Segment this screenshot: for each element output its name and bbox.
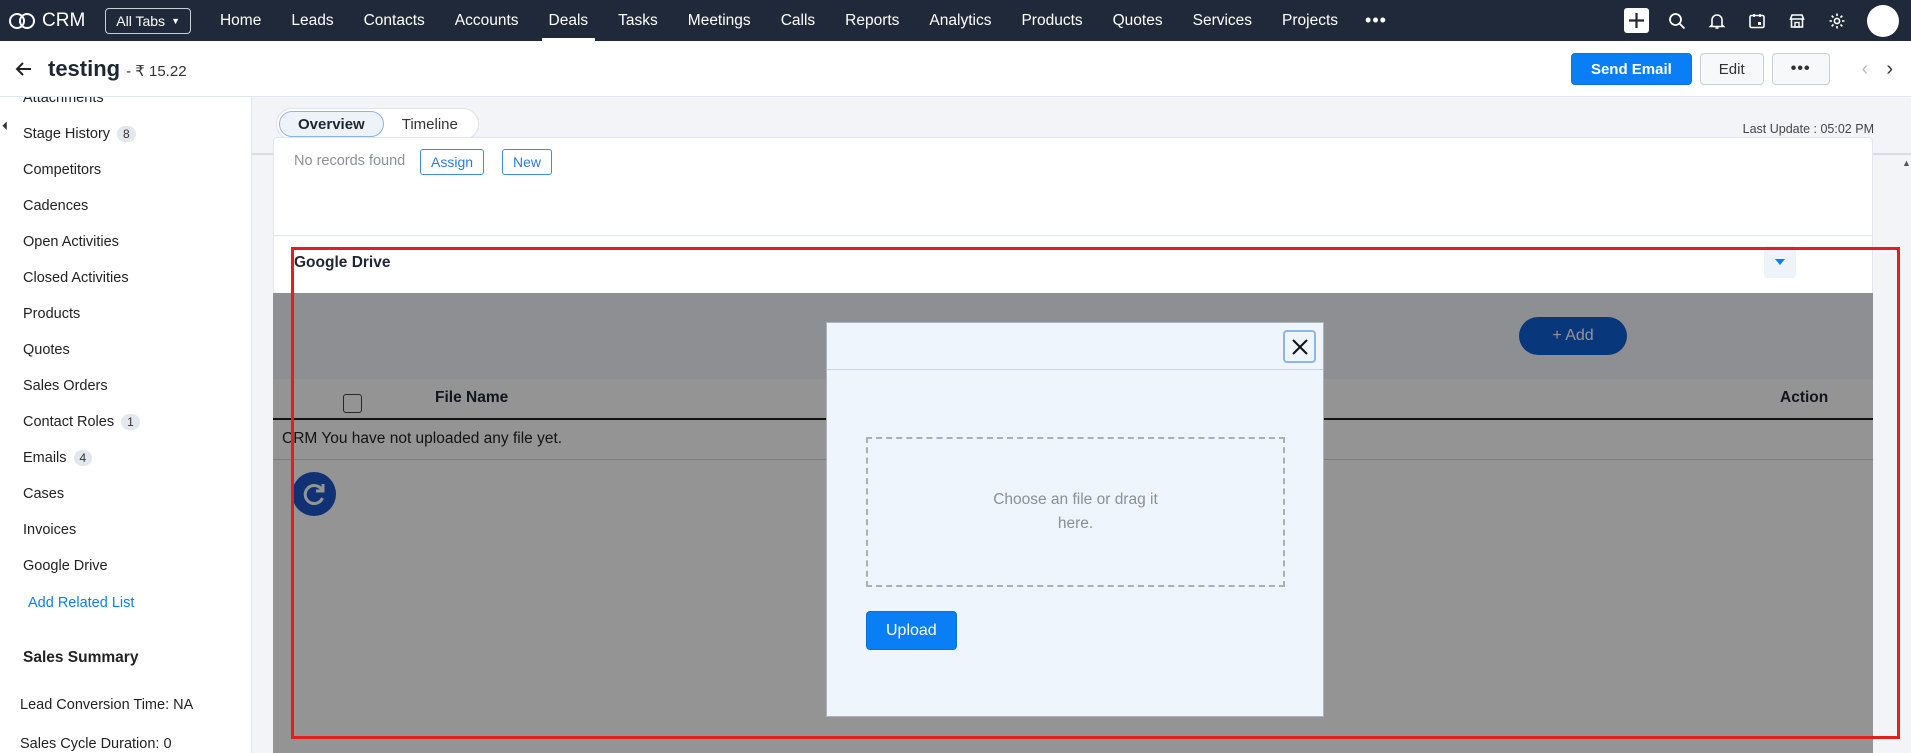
all-tabs-label: All Tabs: [116, 12, 166, 29]
app-name: CRM: [42, 9, 86, 31]
nav-tab-deals[interactable]: Deals: [534, 0, 604, 41]
record-amount: - ₹ 15.22: [126, 62, 187, 80]
sidebar-item-contact-roles[interactable]: Contact Roles 1: [23, 414, 140, 430]
nav-tab-tasks[interactable]: Tasks: [603, 0, 673, 41]
sidebar-item-open-activities[interactable]: Open Activities: [23, 234, 119, 250]
count-badge: 8: [117, 126, 136, 142]
nav-tab-calls[interactable]: Calls: [766, 0, 830, 41]
last-update: Last Update : 05:02 PM: [1742, 122, 1874, 136]
no-records-text: No records found: [294, 153, 406, 169]
sales-summary-heading: Sales Summary: [23, 649, 139, 666]
sidebar-item-attachments[interactable]: Attachments: [23, 97, 104, 106]
add-related-list-link[interactable]: Add Related List: [28, 595, 134, 611]
sales-cycle-duration: Sales Cycle Duration: 0: [20, 736, 172, 752]
assign-button[interactable]: Assign: [420, 149, 485, 175]
sidebar-item-label: Contact Roles: [23, 414, 115, 430]
caret-down-icon: ▼: [171, 15, 180, 26]
sidebar-item-closed-activities[interactable]: Closed Activities: [23, 270, 129, 286]
sidebar-item-label: Cadences: [23, 198, 89, 214]
related-list-sidebar: ⏴ Attachments Stage History 8 Competitors Ca…: [0, 97, 252, 753]
sidebar-item-label: Cases: [23, 486, 65, 502]
back-arrow-icon[interactable]: [14, 59, 34, 79]
sidebar-item-label: Emails: [23, 450, 67, 466]
sidebar-item-label: Stage History: [23, 126, 111, 142]
record-title: testing: [48, 55, 121, 81]
header-actions: Send Email Edit ••• ‹ ›: [1570, 53, 1911, 85]
count-badge: 1: [121, 414, 140, 430]
nav-tab-contacts[interactable]: Contacts: [349, 0, 440, 41]
sidebar-item-competitors[interactable]: Competitors: [23, 162, 101, 178]
crm-logo[interactable]: CRM: [8, 10, 85, 32]
sidebar-item-quotes[interactable]: Quotes: [23, 342, 70, 358]
scroll-up-icon[interactable]: ▲: [1902, 158, 1911, 168]
sidebar-item-cadences[interactable]: Cadences: [23, 198, 88, 214]
store-icon[interactable]: [1785, 9, 1809, 33]
new-button[interactable]: New: [502, 149, 553, 175]
sidebar-item-google-drive[interactable]: Google Drive: [23, 558, 108, 574]
bell-icon[interactable]: [1705, 9, 1729, 33]
crm-logo-icon: [9, 12, 35, 29]
nav-tab-reports[interactable]: Reports: [830, 0, 914, 41]
lead-conversion-time: Lead Conversion Time: NA: [20, 697, 194, 713]
sidebar-item-label: Competitors: [23, 162, 102, 178]
nav-tab-products[interactable]: Products: [1006, 0, 1097, 41]
create-plus-icon[interactable]: [1624, 8, 1649, 33]
sidebar-item-label: Sales Orders: [23, 378, 108, 394]
sidebar-item-emails[interactable]: Emails 4: [23, 450, 93, 466]
edit-button[interactable]: Edit: [1699, 53, 1764, 85]
search-icon[interactable]: [1665, 9, 1689, 33]
sidebar-item-label: Quotes: [23, 342, 70, 358]
sidebar-item-stage-history[interactable]: Stage History 8: [23, 126, 136, 142]
nav-tab-projects[interactable]: Projects: [1267, 0, 1353, 41]
nav-tab-services[interactable]: Services: [1178, 0, 1267, 41]
sidebar-item-label: Open Activities: [23, 234, 119, 250]
user-avatar[interactable]: [1867, 4, 1899, 37]
tab-overview[interactable]: Overview: [279, 111, 384, 137]
tab-timeline[interactable]: Timeline: [384, 111, 476, 137]
all-tabs-button[interactable]: All Tabs ▼: [105, 7, 191, 34]
nav-tab-leads[interactable]: Leads: [276, 0, 348, 41]
nav-tabs: Home Leads Contacts Accounts Deals Tasks Meeti…: [205, 0, 1353, 41]
nav-tab-meetings[interactable]: Meetings: [673, 0, 766, 41]
nav-more-button[interactable]: •••: [1353, 10, 1399, 31]
sidebar-item-label: Products: [23, 306, 81, 322]
view-tabs: Overview Timeline: [276, 108, 479, 140]
sidebar-item-label: Invoices: [23, 522, 77, 538]
record-pager: ‹ ›: [1844, 58, 1893, 81]
sidebar-item-invoices[interactable]: Invoices: [23, 522, 76, 538]
collapse-sidebar-icon[interactable]: ⏴: [2, 119, 8, 134]
nav-tab-home[interactable]: Home: [205, 0, 276, 41]
more-actions-button[interactable]: •••: [1771, 53, 1830, 85]
sidebar-item-cases[interactable]: Cases: [23, 486, 64, 502]
record-header: testing - ₹ 15.22 Send Email Edit ••• ‹ …: [0, 41, 1911, 97]
sidebar-item-products[interactable]: Products: [23, 306, 80, 322]
sidebar-item-label: Attachments: [23, 97, 104, 106]
previous-record-icon[interactable]: ‹: [1862, 58, 1869, 81]
highlight-box: [291, 247, 1900, 739]
calendar-icon[interactable]: [1745, 9, 1769, 33]
sidebar-item-sales-orders[interactable]: Sales Orders: [23, 378, 108, 394]
nav-tab-accounts[interactable]: Accounts: [440, 0, 534, 41]
nav-right-tools: [1624, 0, 1911, 41]
gear-icon[interactable]: [1825, 9, 1849, 33]
nav-tab-analytics[interactable]: Analytics: [914, 0, 1006, 41]
next-record-icon[interactable]: ›: [1886, 58, 1893, 81]
send-email-button[interactable]: Send Email: [1570, 53, 1692, 85]
nav-tab-quotes[interactable]: Quotes: [1098, 0, 1178, 41]
count-badge: 4: [73, 450, 93, 466]
top-nav: CRM All Tabs ▼ Home Leads Contacts Accounts…: [0, 0, 1911, 41]
sidebar-item-label: Google Drive: [23, 558, 108, 574]
sidebar-item-label: Closed Activities: [23, 270, 129, 286]
